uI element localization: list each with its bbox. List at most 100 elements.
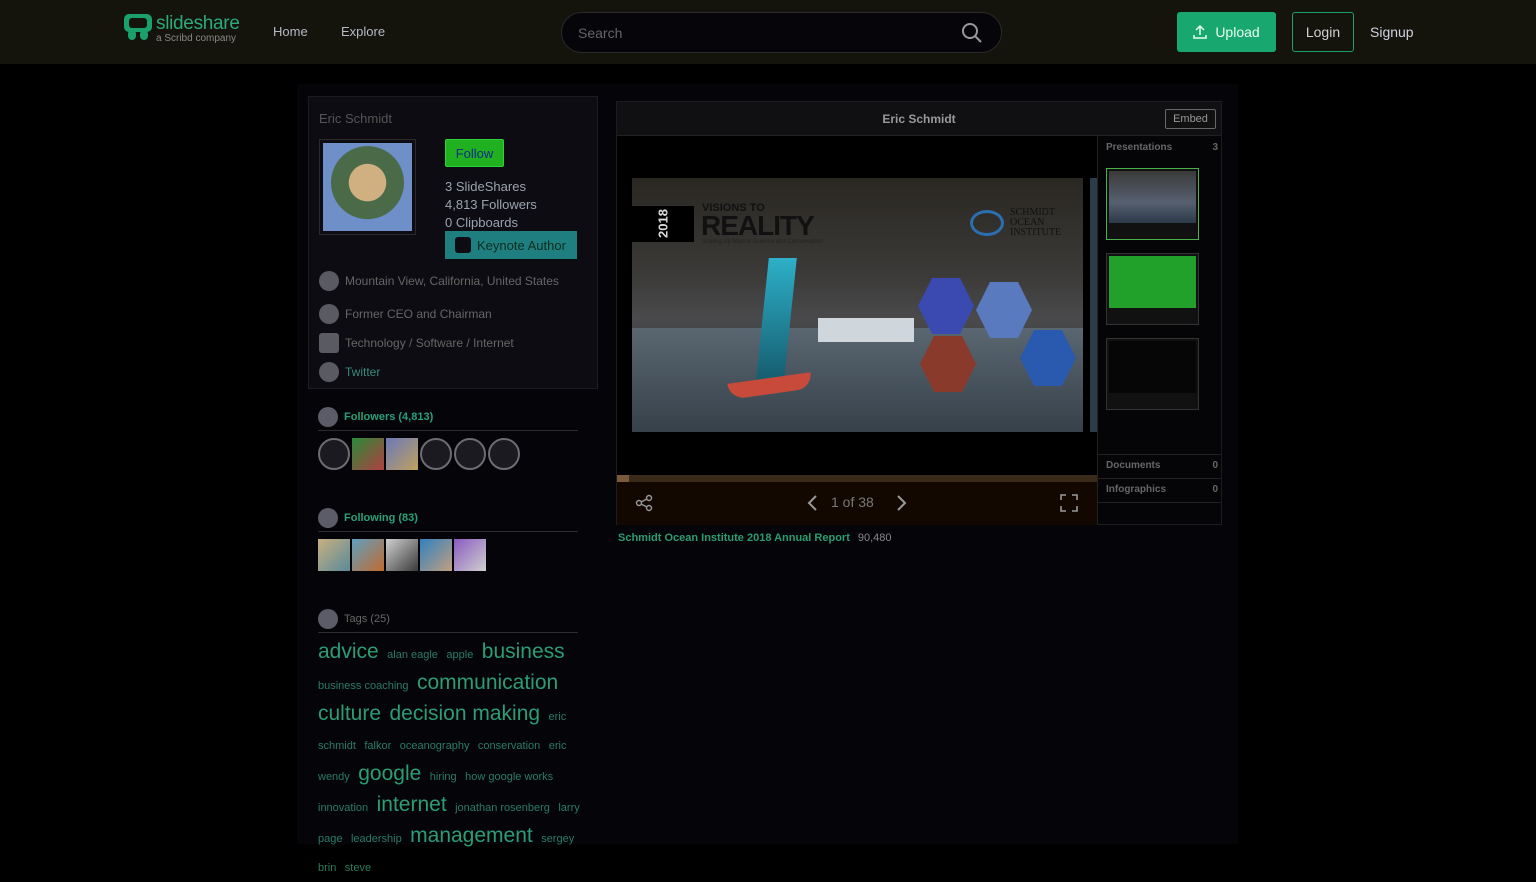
divider bbox=[1098, 478, 1222, 479]
nav-home-link[interactable]: Home bbox=[273, 24, 308, 39]
following-list bbox=[318, 539, 486, 571]
next-slide-peek[interactable] bbox=[1090, 178, 1097, 432]
search-icon[interactable] bbox=[961, 22, 983, 44]
brand-name: slideshare bbox=[156, 13, 240, 34]
role-row: Former CEO and Chairman bbox=[319, 304, 492, 324]
people-icon bbox=[318, 507, 338, 528]
tag-link[interactable]: management bbox=[410, 824, 533, 847]
divider bbox=[1098, 454, 1222, 455]
follower-avatar[interactable] bbox=[318, 438, 350, 470]
presentation-thumbnail[interactable] bbox=[1106, 338, 1199, 410]
tag-link[interactable]: internet bbox=[377, 793, 447, 816]
clipboards-count[interactable]: 0 Clipboards bbox=[445, 215, 518, 230]
tag-link[interactable]: innovation bbox=[318, 802, 368, 814]
slide-org-name: SCHMIDT OCEAN INSTITUTE bbox=[1010, 207, 1062, 238]
following-avatar[interactable] bbox=[386, 539, 418, 571]
documents-row[interactable]: Documents 0 bbox=[1106, 460, 1218, 471]
documents-label: Documents bbox=[1106, 460, 1161, 471]
tag-link[interactable]: eric bbox=[549, 740, 567, 752]
upload-button[interactable]: Upload bbox=[1177, 12, 1276, 52]
viewer-controls: 1 of 38 bbox=[617, 482, 1097, 525]
schmidt-ocean-logo-icon bbox=[970, 210, 1004, 236]
tag-link[interactable]: wendy bbox=[318, 771, 350, 783]
tag-link[interactable]: leadership bbox=[351, 833, 402, 845]
tags-title: Tags (25) bbox=[344, 612, 390, 625]
tag-link[interactable]: steve bbox=[345, 862, 371, 874]
nav-explore-link[interactable]: Explore bbox=[341, 24, 385, 39]
twitter-link[interactable]: Twitter bbox=[345, 365, 380, 379]
follower-avatar[interactable] bbox=[420, 438, 452, 470]
login-button[interactable]: Login bbox=[1292, 12, 1354, 52]
avatar bbox=[323, 143, 412, 231]
top-navigation-bar: slideshare a Scribd company Home Explore… bbox=[0, 0, 1536, 64]
share-icon[interactable] bbox=[635, 494, 653, 512]
followers-title[interactable]: Followers (4,813) bbox=[344, 411, 433, 423]
follower-avatar[interactable] bbox=[352, 438, 384, 470]
research-ship bbox=[818, 318, 914, 342]
keynote-label: Keynote Author bbox=[477, 237, 566, 253]
embed-button[interactable]: Embed bbox=[1165, 109, 1216, 129]
following-avatar[interactable] bbox=[454, 539, 486, 571]
role-text: Former CEO and Chairman bbox=[345, 307, 492, 321]
infographics-row[interactable]: Infographics 0 bbox=[1106, 484, 1218, 495]
hex-image bbox=[918, 278, 974, 334]
follower-avatar[interactable] bbox=[488, 438, 520, 470]
viewer-header: Eric Schmidt Embed bbox=[617, 102, 1221, 136]
fullscreen-icon[interactable] bbox=[1060, 494, 1078, 512]
presentation-thumbnail[interactable] bbox=[1106, 168, 1199, 240]
tag-link[interactable]: communication bbox=[417, 671, 558, 694]
twitter-row[interactable]: Twitter bbox=[319, 362, 380, 382]
tag-link[interactable]: jonathan rosenberg bbox=[455, 802, 550, 814]
tag-link[interactable]: advice bbox=[318, 640, 379, 663]
tag-link[interactable]: business coaching bbox=[318, 680, 409, 692]
tag-link[interactable]: conservation bbox=[478, 740, 540, 752]
thumbnail-image bbox=[1109, 341, 1196, 393]
tag-link[interactable]: oceanography bbox=[400, 740, 470, 752]
thumbnail-image bbox=[1109, 171, 1196, 223]
slide-progress-bar[interactable] bbox=[617, 475, 1097, 482]
following-section-header[interactable]: Following (83) bbox=[318, 504, 578, 532]
tag-link[interactable]: apple bbox=[446, 649, 473, 661]
brand-subtitle: a Scribd company bbox=[156, 33, 237, 44]
follower-avatar[interactable] bbox=[454, 438, 486, 470]
followers-count[interactable]: 4,813 Followers bbox=[445, 197, 537, 212]
page-indicator: 1 of 38 bbox=[831, 494, 874, 510]
tag-link[interactable]: alan eagle bbox=[387, 649, 438, 661]
presentations-row[interactable]: Presentations 3 bbox=[1106, 142, 1218, 153]
tag-link[interactable]: decision making bbox=[389, 702, 540, 725]
slideshare-logo[interactable]: slideshare a Scribd company bbox=[124, 14, 240, 46]
slide-subtitle: Scaling Up Marine Science and Conservati… bbox=[702, 239, 823, 245]
tag-link[interactable]: hiring bbox=[430, 771, 457, 783]
industry-row: Technology / Software / Internet bbox=[319, 333, 514, 353]
infographics-count: 0 bbox=[1212, 484, 1218, 495]
next-slide-icon[interactable] bbox=[893, 494, 909, 512]
presentation-title-link[interactable]: Schmidt Ocean Institute 2018 Annual Repo… bbox=[618, 532, 850, 544]
tag-link[interactable]: business bbox=[482, 640, 565, 663]
location-row: Mountain View, California, United States bbox=[319, 271, 559, 291]
follow-button[interactable]: Follow bbox=[445, 139, 504, 167]
profile-avatar[interactable] bbox=[319, 139, 416, 235]
followers-section-header[interactable]: Followers (4,813) bbox=[318, 403, 578, 431]
following-avatar[interactable] bbox=[318, 539, 350, 571]
slideshares-count[interactable]: 3 SlideShares bbox=[445, 179, 526, 194]
presentation-thumbnail[interactable] bbox=[1106, 253, 1199, 325]
profile-card: Eric Schmidt Follow 3 SlideShares 4,813 … bbox=[308, 96, 598, 389]
search-input[interactable]: Search bbox=[561, 12, 1002, 53]
location-pin-icon bbox=[319, 271, 339, 291]
previous-slide-icon[interactable] bbox=[805, 494, 821, 512]
tag-link[interactable]: culture bbox=[318, 702, 381, 725]
following-title[interactable]: Following (83) bbox=[344, 512, 418, 524]
industry-text: Technology / Software / Internet bbox=[345, 336, 514, 350]
tag-link[interactable]: google bbox=[358, 762, 421, 785]
follower-avatar[interactable] bbox=[386, 438, 418, 470]
divider bbox=[1098, 502, 1222, 503]
keynote-author-badge: Keynote Author bbox=[445, 231, 577, 259]
tag-link[interactable]: how google works bbox=[465, 771, 553, 783]
following-avatar[interactable] bbox=[420, 539, 452, 571]
twitter-icon bbox=[319, 362, 339, 382]
following-avatar[interactable] bbox=[352, 539, 384, 571]
signup-link[interactable]: Signup bbox=[1370, 24, 1414, 40]
upload-icon bbox=[1193, 25, 1208, 39]
tag-link[interactable]: falkor bbox=[364, 740, 391, 752]
current-slide[interactable]: 2018 VISIONS TO REALITY Scaling Up Marin… bbox=[632, 178, 1083, 432]
